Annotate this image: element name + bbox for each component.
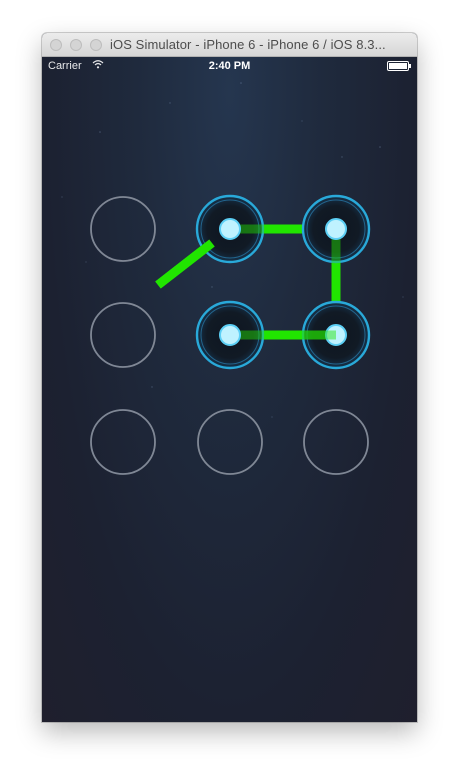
pattern-node-7[interactable] — [90, 409, 156, 475]
pattern-node-9[interactable] — [303, 409, 369, 475]
pattern-line-tail — [155, 239, 215, 289]
close-window-button[interactable] — [50, 39, 62, 51]
pattern-lock-canvas[interactable] — [42, 57, 417, 722]
minimize-window-button[interactable] — [70, 39, 82, 51]
zoom-window-button[interactable] — [90, 39, 102, 51]
window-titlebar: iOS Simulator - iPhone 6 - iPhone 6 / iO… — [42, 33, 417, 57]
pattern-node-4[interactable] — [90, 302, 156, 368]
phone-screen: Carrier 2:40 PM — [42, 57, 417, 722]
window-title: iOS Simulator - iPhone 6 - iPhone 6 / iO… — [110, 37, 386, 52]
simulator-window: iOS Simulator - iPhone 6 - iPhone 6 / iO… — [42, 33, 417, 722]
pattern-node-8[interactable] — [197, 409, 263, 475]
pattern-node-1[interactable] — [90, 196, 156, 262]
